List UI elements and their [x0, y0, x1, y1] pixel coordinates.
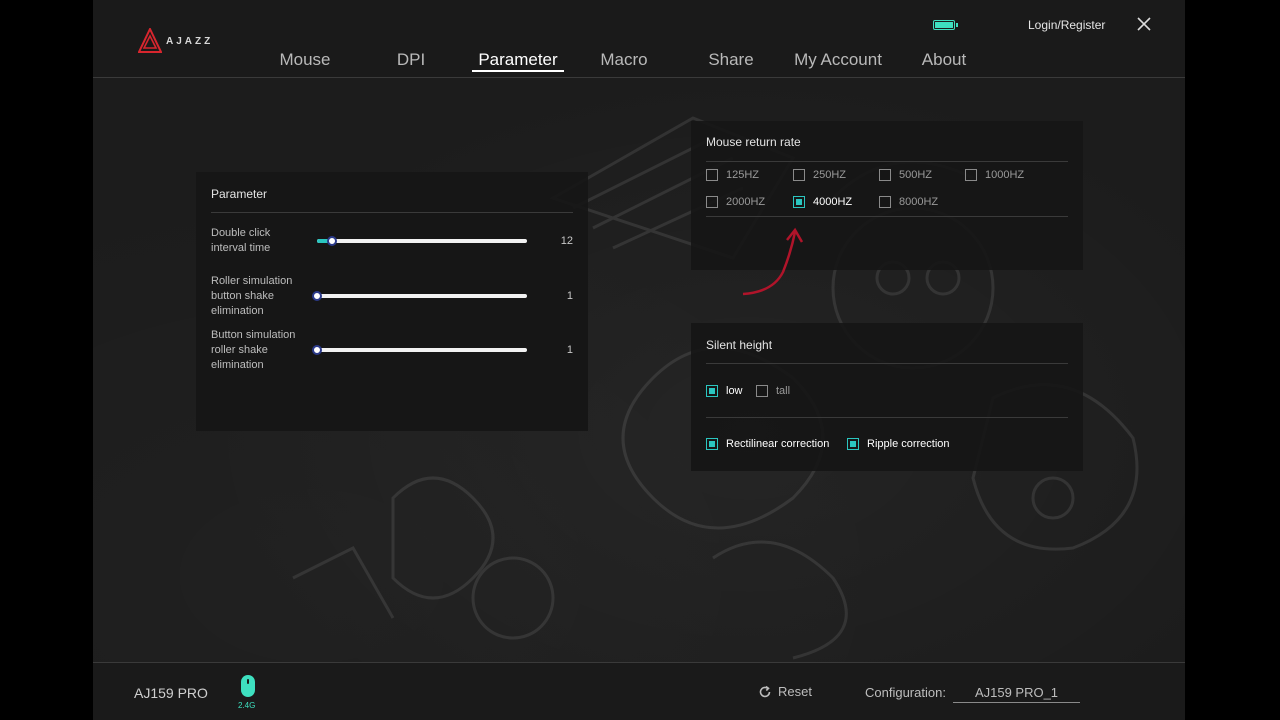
roller-shake-value: 1 — [566, 290, 573, 302]
button-shake-value: 1 — [566, 344, 573, 356]
rectilinear-correction-toggle[interactable]: Rectilinear correction — [706, 438, 829, 450]
parameter-panel-title: Parameter — [211, 187, 268, 201]
checkbox[interactable] — [706, 385, 718, 397]
annotation-arrow-icon — [742, 227, 804, 296]
rate-option-2000hz[interactable]: 2000HZ — [706, 196, 765, 208]
return-rate-title: Mouse return rate — [706, 135, 801, 149]
reset-label: Reset — [778, 684, 812, 699]
divider — [211, 212, 573, 213]
rate-option-4000hz[interactable]: 4000HZ — [793, 196, 852, 208]
device-name: AJ159 PRO — [134, 685, 208, 701]
slider-label-double-click: Double click interval time — [211, 227, 271, 254]
refresh-icon — [759, 685, 771, 697]
tab-parameter[interactable]: Parameter — [472, 48, 564, 72]
double-click-slider[interactable] — [317, 236, 527, 246]
button-shake-slider[interactable] — [312, 345, 527, 355]
checkbox[interactable] — [879, 169, 891, 181]
divider — [706, 161, 1068, 162]
main-nav: Mouse DPI Parameter Macro Share My Accou… — [93, 48, 1187, 74]
parameter-panel: Parameter Double click interval time 12 … — [196, 172, 588, 431]
slider-handle[interactable] — [312, 291, 322, 301]
configuration-select[interactable]: AJ159 PRO_1 — [953, 685, 1080, 703]
double-click-value: 12 — [560, 235, 573, 247]
roller-shake-slider[interactable] — [312, 291, 527, 301]
checkbox[interactable] — [793, 169, 805, 181]
rate-option-8000hz[interactable]: 8000HZ — [879, 196, 938, 208]
checkbox[interactable] — [706, 169, 718, 181]
tab-share[interactable]: Share — [685, 48, 777, 72]
silent-height-tall[interactable]: tall — [756, 385, 790, 397]
checkbox[interactable] — [793, 196, 805, 208]
ripple-correction-toggle[interactable]: Ripple correction — [847, 438, 950, 450]
tab-dpi[interactable]: DPI — [365, 48, 457, 72]
window-edge — [1185, 0, 1187, 720]
reset-button[interactable]: Reset — [758, 684, 812, 699]
battery-icon — [933, 20, 958, 30]
connection-label: 2.4G — [238, 701, 256, 710]
app-window: AJAZZ Login/Register Mouse DPI Parameter… — [93, 0, 1187, 720]
rate-option-125hz[interactable]: 125HZ — [706, 169, 759, 181]
checkbox[interactable] — [847, 438, 859, 450]
rate-option-250hz[interactable]: 250HZ — [793, 169, 846, 181]
slider-handle[interactable] — [312, 345, 322, 355]
checkbox[interactable] — [965, 169, 977, 181]
tab-mouse[interactable]: Mouse — [259, 48, 351, 72]
divider — [706, 363, 1068, 364]
slider-label-roller-shake: Roller simulation button shake eliminati… — [211, 275, 293, 317]
silent-height-title: Silent height — [706, 338, 773, 352]
tab-macro[interactable]: Macro — [578, 48, 670, 72]
tab-about[interactable]: About — [898, 48, 990, 72]
divider — [706, 417, 1068, 418]
checkbox[interactable] — [879, 196, 891, 208]
brand-logo-text: AJAZZ — [166, 35, 214, 47]
checkbox[interactable] — [756, 385, 768, 397]
slider-handle[interactable] — [326, 236, 337, 246]
checkbox[interactable] — [706, 196, 718, 208]
slider-label-button-shake: Button simulation roller shake eliminati… — [211, 329, 296, 371]
silent-height-panel: Silent height low tall Rectilinear corre… — [691, 323, 1083, 471]
mouse-icon — [241, 675, 255, 697]
rate-option-1000hz[interactable]: 1000HZ — [965, 169, 1024, 181]
checkbox[interactable] — [706, 438, 718, 450]
login-register-link[interactable]: Login/Register — [1028, 18, 1105, 32]
rate-option-500hz[interactable]: 500HZ — [879, 169, 932, 181]
configuration-label: Configuration: — [865, 685, 946, 700]
silent-height-low[interactable]: low — [706, 385, 743, 397]
close-icon[interactable] — [1135, 15, 1153, 33]
footer-bar: AJ159 PRO 2.4G Reset Configuration: AJ15… — [93, 662, 1187, 720]
header-bar: AJAZZ Login/Register Mouse DPI Parameter… — [93, 0, 1187, 78]
divider — [706, 216, 1068, 217]
tab-my-account[interactable]: My Account — [792, 48, 884, 72]
